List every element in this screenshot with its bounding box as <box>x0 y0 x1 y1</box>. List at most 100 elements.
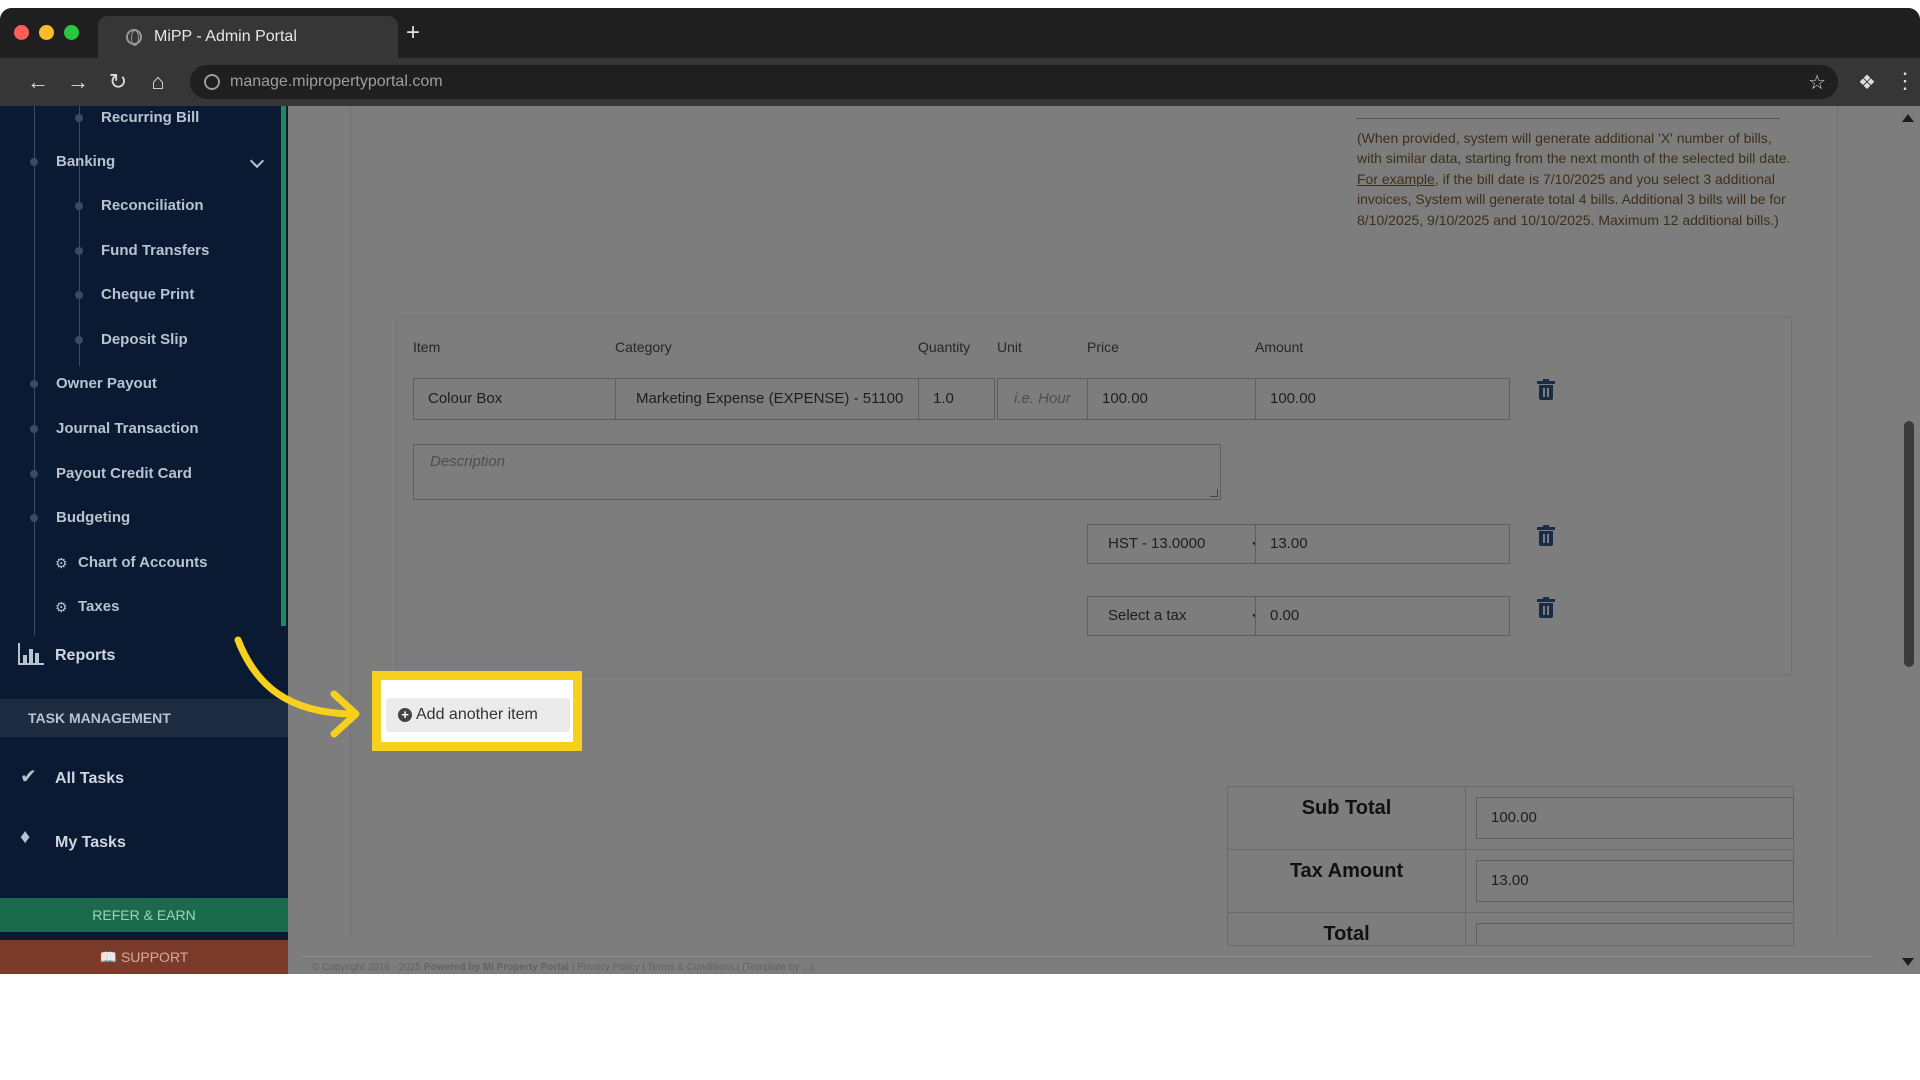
help-divider <box>1356 118 1780 119</box>
bookmark-star-icon[interactable]: ☆ <box>1808 70 1826 95</box>
sidebar-item-owner-payout[interactable]: Owner Payout <box>56 375 157 392</box>
scroll-up-arrow-icon[interactable] <box>1902 114 1914 122</box>
scrollbar-thumb[interactable] <box>1904 421 1914 667</box>
totals-row-tax: Tax Amount 13.00 <box>1228 850 1794 913</box>
refer-and-earn-button[interactable]: REFER & EARN <box>0 898 288 932</box>
extensions-puzzle-icon[interactable]: ❖ <box>1858 70 1882 94</box>
chevron-down-icon[interactable] <box>249 153 265 169</box>
content-divider <box>1837 106 1838 936</box>
highlight-box: + Add another item <box>372 671 582 751</box>
gear-icon: ⚙ <box>55 599 68 615</box>
browser-window: MiPP - Admin Portal + ← → ↻ ⌂ manage.mip… <box>0 8 1920 974</box>
kebab-menu-icon[interactable]: ⋮ <box>1894 68 1916 96</box>
tax-amount-input[interactable]: 13.00 <box>1255 524 1510 564</box>
sidebar-item-fund-transfers[interactable]: Fund Transfers <box>101 242 209 259</box>
tax-select[interactable]: Select a tax <box>1087 596 1273 636</box>
sidebar-item-taxes[interactable]: Taxes <box>78 598 119 615</box>
back-arrow-icon[interactable]: ← <box>24 68 52 96</box>
maximize-window-button[interactable] <box>64 25 79 40</box>
plus-circle-icon: + <box>398 708 412 722</box>
powered-by-link[interactable]: Powered by MI Property Portal <box>424 962 569 973</box>
tag-icon: ♦ <box>20 826 31 848</box>
totals-row-subtotal: Sub Total 100.00 <box>1228 787 1794 850</box>
sidebar-item-deposit-slip[interactable]: Deposit Slip <box>101 331 188 348</box>
site-info-icon[interactable] <box>204 74 220 90</box>
browser-tab[interactable]: MiPP - Admin Portal <box>98 16 398 58</box>
minimize-window-button[interactable] <box>39 25 54 40</box>
tree-line-sub <box>79 106 80 366</box>
quantity-input[interactable]: 1.0 <box>918 378 995 420</box>
scroll-down-arrow-icon[interactable] <box>1902 958 1914 966</box>
page-viewport: Recurring Bill Banking Reconciliation Fu… <box>0 106 1920 974</box>
sidebar-item-payout-credit-card[interactable]: Payout Credit Card <box>56 465 192 482</box>
tab-title: MiPP - Admin Portal <box>154 28 297 45</box>
sidebar-item-recurring-bill[interactable]: Recurring Bill <box>101 109 199 126</box>
browser-toolbar: ← → ↻ ⌂ manage.mipropertyportal.com ☆ ❖ … <box>0 58 1920 106</box>
column-header-quantity: Quantity <box>918 339 971 355</box>
add-another-item-label: Add another item <box>416 706 538 723</box>
column-header-item: Item <box>413 339 441 355</box>
tree-node <box>30 514 38 522</box>
column-header-category: Category <box>615 339 672 355</box>
help-text-part: (When provided, system will generate add… <box>1357 130 1791 167</box>
sidebar: Recurring Bill Banking Reconciliation Fu… <box>0 106 288 974</box>
sidebar-item-journal-transaction[interactable]: Journal Transaction <box>56 420 199 437</box>
tax-amount-label: Tax Amount <box>1289 860 1404 882</box>
trash-icon[interactable] <box>1537 379 1555 401</box>
line-items-panel: Item Category Quantity Unit Price Amount… <box>396 316 1792 676</box>
tree-node <box>30 470 38 478</box>
new-tab-button[interactable]: + <box>406 21 420 45</box>
page-scrollbar[interactable] <box>1896 106 1920 974</box>
tax-amount-field: 13.00 <box>1476 860 1794 902</box>
support-button[interactable]: 📖 SUPPORT <box>0 940 288 974</box>
sidebar-item-reconciliation[interactable]: Reconciliation <box>101 197 204 214</box>
trash-icon[interactable] <box>1537 525 1555 547</box>
description-textarea[interactable]: Description <box>413 444 1221 500</box>
copyright-text: © Copyright 2016 - 2025 <box>312 962 422 973</box>
close-window-button[interactable] <box>14 25 29 40</box>
tree-node <box>30 425 38 433</box>
footer-links[interactable]: | Privacy Policy | Terms & Conditions | <box>572 962 740 973</box>
reload-icon[interactable]: ↻ <box>104 68 132 96</box>
tax-select-value: Select a tax <box>1108 607 1187 624</box>
amount-input[interactable]: 100.00 <box>1255 378 1510 420</box>
sidebar-item-all-tasks[interactable]: All Tasks <box>55 770 124 788</box>
check-icon: ✔ <box>20 766 37 788</box>
sidebar-item-budgeting[interactable]: Budgeting <box>56 509 130 526</box>
tree-node <box>30 158 38 166</box>
price-input[interactable]: 100.00 <box>1087 378 1273 420</box>
sidebar-item-chart-of-accounts[interactable]: Chart of Accounts <box>78 554 207 571</box>
tax-amount-input[interactable]: 0.00 <box>1255 596 1510 636</box>
page-footer: © Copyright 2016 - 2025 Powered by MI Pr… <box>312 962 814 973</box>
tree-line <box>34 106 35 636</box>
resize-handle[interactable] <box>1210 489 1218 497</box>
trash-icon[interactable] <box>1537 597 1555 619</box>
sidebar-scrollbar[interactable] <box>281 106 286 626</box>
unit-input[interactable]: i.e. Hour <box>997 378 1088 420</box>
category-select[interactable]: Marketing Expense (EXPENSE) - 51100 <box>615 378 967 420</box>
column-header-amount: Amount <box>1255 339 1304 355</box>
add-another-item-button[interactable]: + Add another item <box>386 698 570 732</box>
sidebar-item-cheque-print[interactable]: Cheque Print <box>101 286 194 303</box>
template-credit: (Template by ...) <box>742 962 814 973</box>
main-content: (When provided, system will generate add… <box>234 106 1920 974</box>
forward-arrow-icon[interactable]: → <box>64 68 92 96</box>
recurring-help-text: (When provided, system will generate add… <box>1357 128 1797 230</box>
footer-divider <box>300 956 1872 957</box>
tax-select-value: HST - 13.0000 <box>1108 535 1206 552</box>
total-field <box>1476 923 1793 945</box>
bar-chart-icon <box>18 643 44 665</box>
sidebar-item-my-tasks[interactable]: My Tasks <box>55 834 126 852</box>
item-name-input[interactable]: Colour Box <box>413 378 641 420</box>
sidebar-item-banking[interactable]: Banking <box>56 153 115 170</box>
home-icon[interactable]: ⌂ <box>144 68 172 96</box>
tree-node <box>30 380 38 388</box>
totals-row-total: Total <box>1228 913 1793 945</box>
for-example-link[interactable]: For example <box>1357 171 1435 187</box>
section-header-label: TASK MANAGEMENT <box>28 710 171 726</box>
sidebar-item-reports[interactable]: Reports <box>55 647 115 665</box>
sub-total-field: 100.00 <box>1476 797 1794 839</box>
tax-select[interactable]: HST - 13.0000 <box>1087 524 1273 564</box>
address-bar[interactable]: manage.mipropertyportal.com ☆ <box>190 65 1838 99</box>
support-label: SUPPORT <box>120 949 189 965</box>
